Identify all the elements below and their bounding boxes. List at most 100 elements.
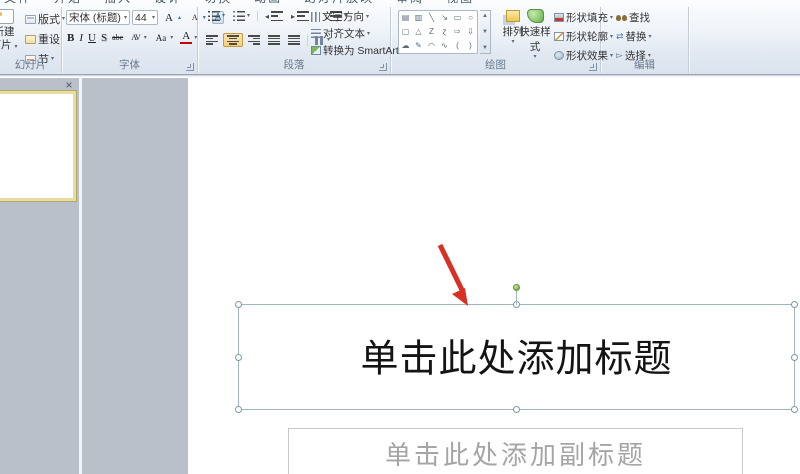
tab-insert[interactable]: 插入 (104, 0, 132, 6)
underline-button[interactable]: U (86, 32, 98, 44)
drawing-dialog-launcher-icon[interactable] (589, 63, 597, 71)
replace-icon: ⇄ (616, 31, 624, 41)
chevron-down-icon: ▾ (143, 34, 147, 41)
strikethrough-button[interactable]: abc (110, 33, 125, 42)
replace-button[interactable]: ⇄ 替换 ▾ (613, 28, 655, 45)
scroll-up-icon[interactable]: ▲ (482, 13, 488, 19)
resize-handle-top-left[interactable] (235, 301, 242, 308)
resize-handle-bottom-center[interactable] (513, 406, 520, 413)
justify-icon (268, 35, 280, 45)
resize-handle-bottom-right[interactable] (791, 406, 798, 413)
title-placeholder-text[interactable]: 单击此处添加标题 (239, 327, 794, 382)
tab-transitions[interactable]: 切换 (204, 0, 232, 6)
reset-label: 重设 (38, 34, 60, 46)
font-dialog-launcher-icon[interactable] (186, 63, 194, 71)
align-right-button[interactable] (245, 34, 263, 46)
distribute-icon (288, 35, 300, 45)
shape-icon[interactable]: ▢ (402, 28, 410, 36)
shape-icon[interactable]: ╲ (429, 14, 434, 22)
italic-button[interactable]: I (77, 32, 85, 44)
gallery-more-icon[interactable]: ▼ (482, 45, 488, 51)
quick-styles-button[interactable]: 快速样式 ▾ (515, 9, 555, 60)
bold-button[interactable]: B (65, 32, 76, 44)
new-slide-icon (0, 9, 14, 24)
chevron-down-icon: ▾ (194, 34, 198, 41)
font-color-button[interactable]: A ▾ (177, 30, 200, 45)
shape-icon[interactable]: ✎ (415, 42, 422, 50)
subtitle-placeholder[interactable]: 单击此处添加副标题 (288, 428, 743, 474)
shape-icon[interactable]: △ (415, 28, 421, 36)
shape-icon[interactable]: ▥ (415, 14, 423, 22)
subtitle-placeholder-text[interactable]: 单击此处添加副标题 (289, 435, 742, 472)
shape-gallery-scrollbar[interactable]: ▲ ▼ ▼ (480, 10, 491, 54)
slide-thumbnail[interactable] (0, 90, 77, 202)
find-label: 查找 (629, 12, 650, 24)
text-shadow-button[interactable]: S (99, 32, 109, 44)
rotation-handle-stem (516, 290, 517, 305)
tab-file[interactable]: 文件 (4, 0, 32, 6)
rotation-handle[interactable] (513, 284, 520, 291)
shape-icon[interactable]: ⇩ (467, 28, 474, 36)
slide-canvas[interactable] (188, 78, 800, 474)
chevron-down-icon: ▾ (366, 13, 370, 20)
justify-button[interactable] (265, 34, 283, 46)
align-left-button[interactable] (203, 34, 221, 46)
scroll-down-icon[interactable]: ▼ (482, 29, 488, 35)
shape-icon[interactable]: ( (456, 42, 459, 50)
resize-handle-bottom-left[interactable] (235, 406, 242, 413)
shape-icon[interactable]: ⇨ (454, 28, 461, 36)
title-placeholder[interactable]: 单击此处添加标题 (235, 284, 798, 413)
shape-fill-icon (554, 13, 564, 22)
align-center-icon (227, 35, 239, 45)
ribbon: 文件开始插入设计切换动画幻灯片放映审阅视图 新建 灯片 ▾ 版式▾ 重设 节▾ … (0, 0, 800, 77)
tab-review[interactable]: 审阅 (396, 0, 424, 6)
reset-icon (25, 34, 36, 44)
red-arrow-annotation (437, 243, 468, 306)
numbering-button[interactable]: ▾ (230, 10, 253, 22)
smartart-icon (311, 46, 321, 55)
shape-gallery[interactable]: ▤ ▥ ╲ ↘ ▭ ○ ▢ △ Zɀ ⇨ ⇩ ☁ ✎ ◠ ∿ () (398, 10, 478, 54)
replace-label: 替换 (625, 31, 647, 43)
find-icon (616, 14, 621, 21)
shape-icon[interactable]: ∿ (441, 42, 448, 50)
font-size-combobox[interactable]: 44 ▾ (132, 10, 158, 25)
layout-icon (25, 14, 36, 24)
chevron-down-icon: ▾ (247, 13, 251, 19)
character-spacing-button[interactable]: AV ▾ (126, 32, 150, 43)
paragraph-dialog-launcher-icon[interactable] (379, 63, 387, 71)
align-left-icon (206, 35, 218, 45)
align-center-button[interactable] (223, 33, 243, 47)
shape-icon[interactable]: ☁ (402, 42, 410, 50)
tab-slideshow[interactable]: 幻灯片放映 (304, 0, 374, 6)
shape-icon[interactable]: Z (429, 28, 434, 36)
text-direction-label: 文字方向 (322, 11, 364, 23)
grow-font-button[interactable]: A ▲ (160, 11, 185, 25)
tab-home[interactable]: 开始 (54, 0, 82, 6)
new-slide-label-2: 灯片 (0, 39, 12, 52)
numbering-icon (233, 11, 246, 21)
tab-design[interactable]: 设计 (154, 0, 182, 6)
group-drawing: ▤ ▥ ╲ ↘ ▭ ○ ▢ △ Zɀ ⇨ ⇩ ☁ ✎ ◠ ∿() ▲ ▼ ▼ 排列 ▾ 快速样式 ▾ 形状填… (391, 7, 613, 73)
shape-icon[interactable]: ▭ (454, 14, 462, 22)
increase-indent-button[interactable]: ▸ (288, 10, 312, 22)
shape-icon[interactable]: ↘ (441, 14, 448, 22)
shape-icon[interactable]: ) (469, 42, 472, 50)
decrease-indent-button[interactable]: ◂ (262, 10, 286, 22)
tab-animations[interactable]: 动画 (254, 0, 282, 6)
shape-icon[interactable]: ◠ (428, 42, 435, 50)
ribbon-empty-space (689, 7, 800, 73)
group-label-slides: 幻灯片 (14, 59, 47, 71)
distribute-button[interactable] (285, 34, 303, 46)
shape-icon[interactable]: ɀ (443, 28, 447, 36)
resize-handle-top-right[interactable] (791, 301, 798, 308)
font-name-combobox[interactable]: 宋体 (标题) ▾ (66, 10, 130, 25)
tab-view[interactable]: 视图 (446, 0, 474, 6)
new-slide-button[interactable]: 新建 灯片 ▾ (0, 9, 20, 52)
bullets-button[interactable]: ▾ (205, 10, 228, 22)
group-paragraph: ▾ ▾ ◂ ▸ ↕ ▾ ▾ 文字方向 ▾ 对齐文本 ▾ 转换为 SmartArt… (198, 7, 404, 73)
shape-icon[interactable]: ▤ (402, 14, 410, 22)
change-case-button[interactable]: Aa ▾ (151, 32, 177, 44)
find-button[interactable]: 查找 (613, 9, 655, 26)
quick-styles-label: 快速样式 (519, 26, 551, 53)
shape-icon[interactable]: ○ (468, 14, 473, 22)
